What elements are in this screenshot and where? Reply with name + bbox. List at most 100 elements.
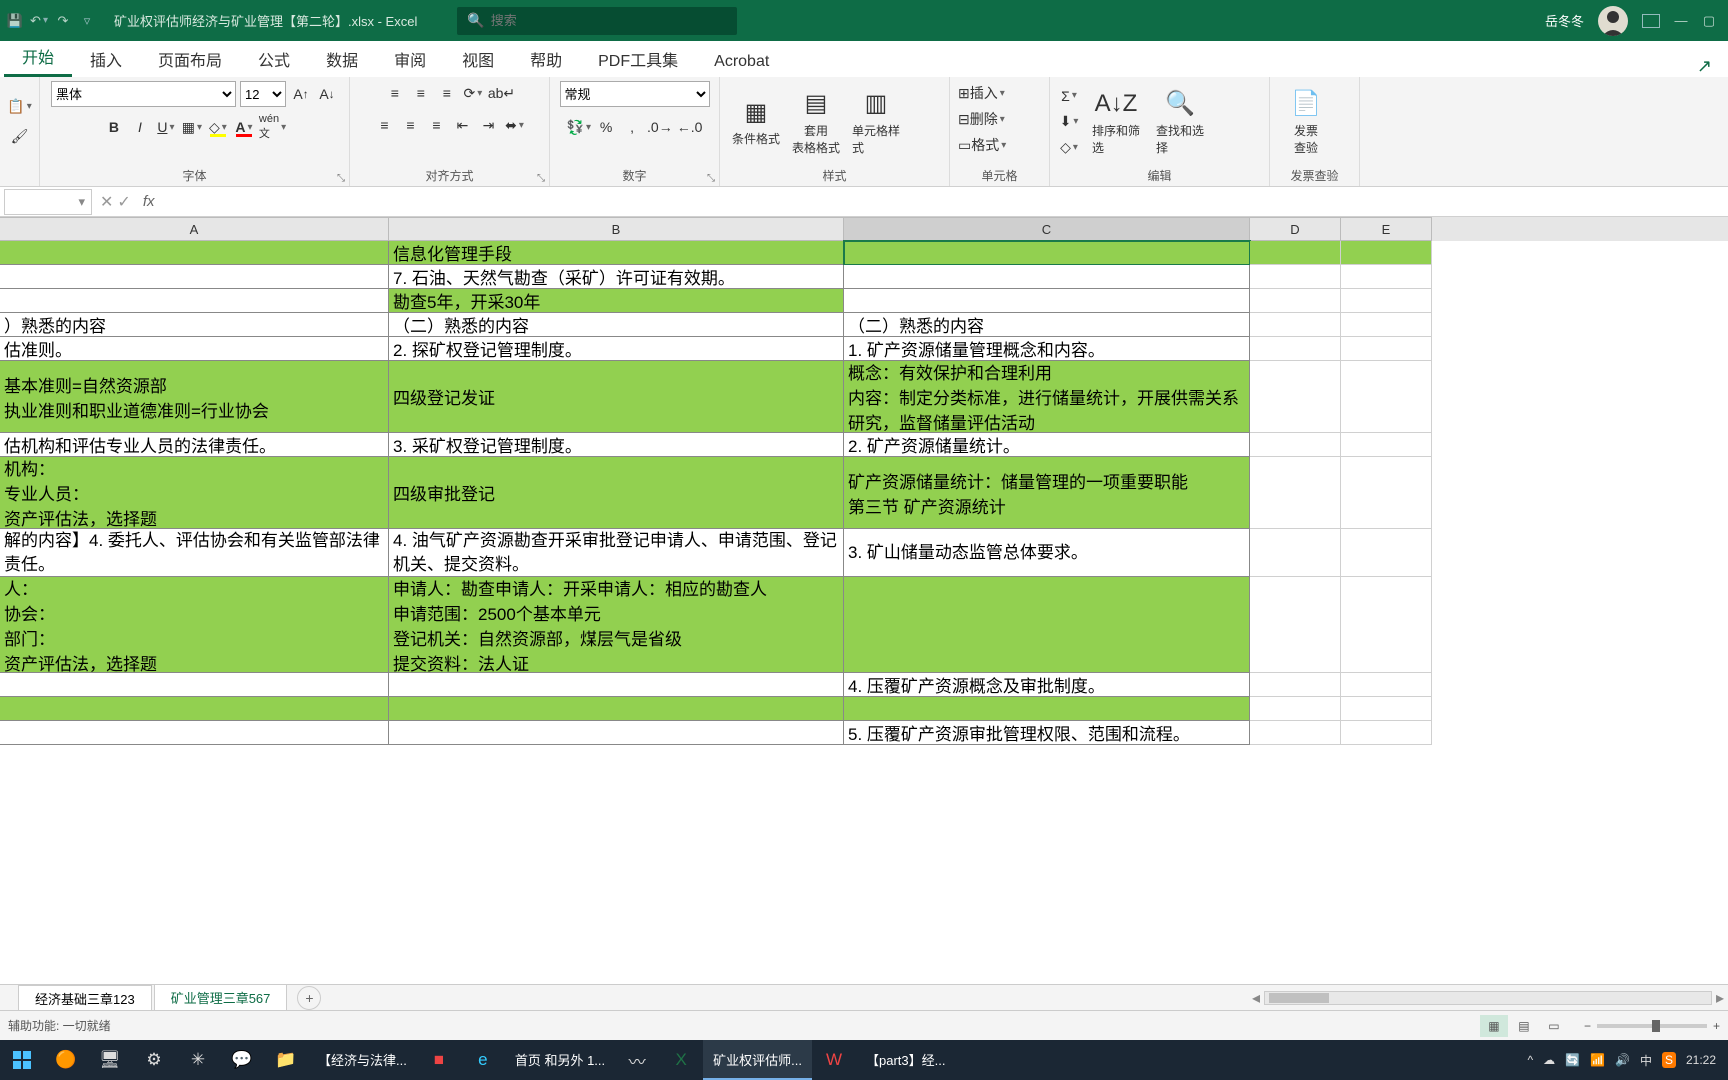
autosum-icon[interactable]: Σ▾ xyxy=(1058,84,1080,108)
cell[interactable] xyxy=(1341,313,1432,337)
cell[interactable] xyxy=(844,697,1250,721)
worksheet[interactable]: A B C D E 信息化管理手段7. 石油、天然气勘查（采矿）许可证有效期。勘… xyxy=(0,217,1728,984)
decrease-font-icon[interactable]: A↓ xyxy=(316,82,338,106)
tab-pdf[interactable]: PDF工具集 xyxy=(580,39,696,77)
cell[interactable] xyxy=(1341,289,1432,313)
table-row[interactable]: 7. 石油、天然气勘查（采矿）许可证有效期。 xyxy=(0,265,1728,289)
cell[interactable] xyxy=(1250,361,1341,433)
cell[interactable] xyxy=(389,673,844,697)
sort-filter-button[interactable]: A↓Z排序和筛选 xyxy=(1088,84,1144,160)
cell[interactable]: 信息化管理手段 xyxy=(389,241,844,265)
cell[interactable] xyxy=(1250,529,1341,577)
cell[interactable] xyxy=(844,577,1250,673)
qat-customize-icon[interactable]: ▿ xyxy=(80,14,94,28)
col-header-b[interactable]: B xyxy=(389,217,844,241)
tray-wifi-icon[interactable]: 📶 xyxy=(1590,1053,1605,1067)
table-row[interactable] xyxy=(0,697,1728,721)
cell[interactable] xyxy=(1341,457,1432,529)
cell[interactable] xyxy=(1250,697,1341,721)
col-header-a[interactable]: A xyxy=(0,217,389,241)
font-size-select[interactable]: 12 xyxy=(240,81,286,107)
invoice-verify-button[interactable]: 📄发票 查验 xyxy=(1278,84,1334,160)
format-cells-button[interactable]: ▭ 格式▾ xyxy=(958,133,1006,157)
cell-styles-button[interactable]: ▥单元格样式 xyxy=(848,84,904,160)
cell[interactable]: 机构： 专业人员： 资产评估法，选择题 xyxy=(0,457,389,529)
cell[interactable]: 人： 协会： 部门： 资产评估法，选择题 xyxy=(0,577,389,673)
tab-insert[interactable]: 插入 xyxy=(72,39,140,77)
currency-icon[interactable]: 💱▾ xyxy=(567,115,591,139)
col-header-e[interactable]: E xyxy=(1341,217,1432,241)
table-row[interactable]: 机构： 专业人员： 资产评估法，选择题四级审批登记矿产资源储量统计：储量管理的一… xyxy=(0,457,1728,529)
cell[interactable]: 申请人：勘查申请人：开采申请人：相应的勘查人 申请范围：2500个基本单元 登记… xyxy=(389,577,844,673)
number-format-select[interactable]: 常规 xyxy=(560,81,710,107)
ribbon-display-icon[interactable] xyxy=(1642,14,1660,28)
table-row[interactable]: 解的内容】4. 委托人、评估协会和有关监管部法律责任。4. 油气矿产资源勘查开采… xyxy=(0,529,1728,577)
tray-onedrive-icon[interactable]: ☁ xyxy=(1543,1053,1555,1067)
cell[interactable] xyxy=(1250,673,1341,697)
cell[interactable] xyxy=(1341,241,1432,265)
sheet-tab-1[interactable]: 经济基础三章123 xyxy=(18,985,152,1011)
table-format-button[interactable]: ▤套用 表格格式 xyxy=(788,84,844,160)
align-launcher-icon[interactable]: ⤡ xyxy=(537,173,545,184)
cell[interactable]: （二）熟悉的内容 xyxy=(844,313,1250,337)
italic-button[interactable]: I xyxy=(129,115,151,139)
view-page-break-icon[interactable]: ▭ xyxy=(1540,1015,1568,1037)
font-launcher-icon[interactable]: ⤡ xyxy=(337,173,345,184)
cell[interactable] xyxy=(1250,241,1341,265)
table-row[interactable]: 勘查5年，开采30年 xyxy=(0,289,1728,313)
align-bottom-icon[interactable]: ≡ xyxy=(436,81,458,105)
insert-cells-button[interactable]: ⊞ 插入▾ xyxy=(958,81,1005,105)
zoom-in-icon[interactable]: + xyxy=(1713,1019,1720,1033)
tab-help[interactable]: 帮助 xyxy=(512,39,580,77)
increase-font-icon[interactable]: A↑ xyxy=(290,82,312,106)
bold-button[interactable]: B xyxy=(103,115,125,139)
cell[interactable] xyxy=(0,697,389,721)
clear-icon[interactable]: ◇▾ xyxy=(1058,136,1080,160)
cell[interactable]: 解的内容】4. 委托人、评估协会和有关监管部法律责任。 xyxy=(0,529,389,577)
wrap-text-icon[interactable]: ab↵ xyxy=(488,81,515,105)
align-center-icon[interactable]: ≡ xyxy=(400,113,422,137)
view-normal-icon[interactable]: ▦ xyxy=(1480,1015,1508,1037)
sheet-tab-2[interactable]: 矿业管理三章567 xyxy=(154,984,288,1012)
underline-button[interactable]: U▾ xyxy=(155,115,177,139)
search-input[interactable] xyxy=(491,13,728,28)
cell[interactable]: 勘查5年，开采30年 xyxy=(389,289,844,313)
view-page-layout-icon[interactable]: ▤ xyxy=(1510,1015,1538,1037)
table-row[interactable]: 估机构和评估专业人员的法律责任。3. 采矿权登记管理制度。2. 矿产资源储量统计… xyxy=(0,433,1728,457)
share-icon[interactable]: ↗ xyxy=(1697,56,1728,77)
cell[interactable] xyxy=(1250,265,1341,289)
cell[interactable] xyxy=(844,289,1250,313)
cell[interactable] xyxy=(1250,289,1341,313)
fill-icon[interactable]: ⬇▾ xyxy=(1058,110,1080,134)
name-box[interactable]: ▾ xyxy=(4,189,92,215)
cancel-formula-icon[interactable]: ✕ xyxy=(100,192,113,212)
increase-decimal-icon[interactable]: .0→ xyxy=(647,115,673,139)
maximize-icon[interactable]: ▢ xyxy=(1702,14,1716,28)
table-row[interactable]: 人： 协会： 部门： 资产评估法，选择题申请人：勘查申请人：开采申请人：相应的勘… xyxy=(0,577,1728,673)
cell[interactable]: 1. 矿产资源储量管理概念和内容。 xyxy=(844,337,1250,361)
cell[interactable] xyxy=(1341,361,1432,433)
cell[interactable] xyxy=(0,673,389,697)
cell[interactable] xyxy=(1341,577,1432,673)
taskbar-edge[interactable]: e xyxy=(461,1040,505,1080)
cell[interactable] xyxy=(844,265,1250,289)
tray-ime[interactable]: 中 xyxy=(1640,1052,1652,1069)
align-left-icon[interactable]: ≡ xyxy=(374,113,396,137)
cell[interactable] xyxy=(0,265,389,289)
cell[interactable] xyxy=(1250,577,1341,673)
phonetic-button[interactable]: wén文▾ xyxy=(259,115,286,139)
minimize-icon[interactable]: — xyxy=(1674,14,1688,28)
taskbar-app-m[interactable]: 〰 xyxy=(615,1040,659,1080)
taskbar-app-excel[interactable]: 矿业权评估师... xyxy=(703,1040,812,1080)
search-box[interactable]: 🔍 xyxy=(457,7,737,35)
taskbar-wps-icon[interactable]: W xyxy=(812,1040,856,1080)
tab-acrobat[interactable]: Acrobat xyxy=(696,45,787,77)
indent-decrease-icon[interactable]: ⇤ xyxy=(452,113,474,137)
font-family-select[interactable]: 黑体 xyxy=(51,81,236,107)
save-icon[interactable]: 💾 xyxy=(8,14,22,28)
undo-icon[interactable]: ↶▾ xyxy=(32,14,46,28)
cell[interactable] xyxy=(1341,337,1432,361)
cell[interactable] xyxy=(1341,673,1432,697)
cell[interactable]: 概念：有效保护和合理利用 内容：制定分类标准，进行储量统计，开展供需关系研究，监… xyxy=(844,361,1250,433)
paste-icon[interactable]: 📋▾ xyxy=(7,95,31,119)
